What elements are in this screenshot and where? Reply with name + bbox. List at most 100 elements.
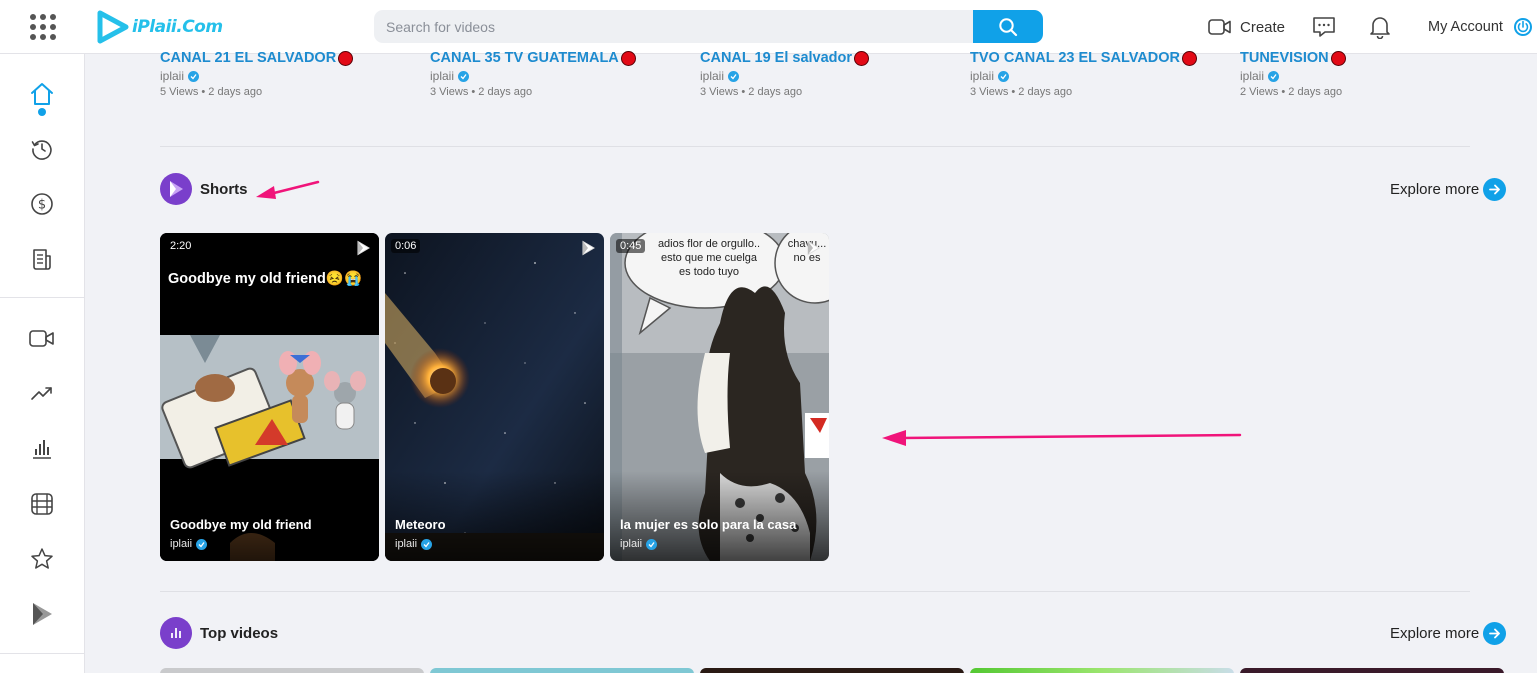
top-videos-section-title: Top videos xyxy=(200,624,279,642)
verified-check-icon xyxy=(196,538,208,550)
sidebar-item-movies[interactable] xyxy=(28,490,56,518)
play-icon xyxy=(582,240,595,256)
dollar-icon: $ xyxy=(31,193,53,215)
live-channel-card[interactable]: CANAL 35 TV GUATEMALA iplaii 3 Views • 2… xyxy=(430,50,636,98)
live-indicator-icon xyxy=(338,50,354,66)
sidebar-divider xyxy=(0,653,85,654)
channel-author[interactable]: iplaii xyxy=(160,69,184,83)
home-icon xyxy=(31,83,53,105)
create-label: Create xyxy=(1240,18,1286,36)
verified-check-icon xyxy=(1268,70,1280,82)
account-label: My Account xyxy=(1428,19,1503,35)
channel-title[interactable]: CANAL 35 TV GUATEMALA xyxy=(430,50,619,66)
channel-author[interactable]: iplaii xyxy=(1240,69,1264,83)
bar-chart-icon xyxy=(33,440,51,459)
svg-text:$: $ xyxy=(38,198,46,213)
verified-check-icon xyxy=(421,538,433,550)
live-indicator-icon xyxy=(620,50,636,66)
sidebar-item-trending[interactable] xyxy=(28,380,56,408)
channel-author[interactable]: iplaii xyxy=(970,69,994,83)
channel-meta: 3 Views • 2 days ago xyxy=(700,86,803,98)
top-video-thumbnail[interactable] xyxy=(430,668,694,673)
live-channel-card[interactable]: TUNEVISION iplaii 2 Views • 2 days ago xyxy=(1240,50,1346,98)
trending-icon xyxy=(31,387,52,400)
arrow-right-icon xyxy=(1483,621,1507,645)
play-icon xyxy=(357,240,370,256)
live-indicator-icon xyxy=(1330,50,1346,66)
short-overlay-caption: Goodbye my old friend😣😭 xyxy=(168,271,363,287)
shorts-explore-more-link[interactable]: Explore more xyxy=(1390,177,1507,201)
sidebar-item-earnings[interactable]: $ xyxy=(28,190,56,218)
play-icon xyxy=(807,240,820,256)
star-icon xyxy=(31,548,53,569)
sidebar-item-shorts[interactable] xyxy=(28,600,56,628)
top-header: iPlaii.Com Create My Account xyxy=(0,0,1537,54)
active-indicator xyxy=(38,108,46,116)
shorts-section-title: Shorts xyxy=(200,180,248,198)
live-indicator-icon xyxy=(1182,50,1198,66)
shorts-section-header: Shorts xyxy=(160,173,248,205)
channel-meta: 3 Views • 2 days ago xyxy=(430,86,533,98)
search-input[interactable] xyxy=(374,10,974,43)
channel-author[interactable]: iplaii xyxy=(700,69,724,83)
live-channel-card[interactable]: CANAL 19 El salvador iplaii 3 Views • 2 … xyxy=(700,50,870,98)
short-title[interactable]: la mujer es solo para la casa xyxy=(620,517,796,532)
arrow-right-icon xyxy=(1483,177,1507,201)
top-video-thumbnail[interactable] xyxy=(160,668,424,673)
short-author[interactable]: iplaii xyxy=(620,538,642,550)
verified-check-icon xyxy=(646,538,658,550)
live-indicator-icon xyxy=(854,50,870,66)
sidebar-item-videos[interactable] xyxy=(28,325,56,353)
channel-title[interactable]: CANAL 21 EL SALVADOR xyxy=(160,50,336,66)
top-videos-explore-more-link[interactable]: Explore more xyxy=(1390,621,1507,645)
apps-grid-icon[interactable] xyxy=(30,14,56,40)
live-channel-card[interactable]: TVO CANAL 23 EL SALVADOR iplaii 3 Views … xyxy=(970,50,1198,98)
search-button[interactable] xyxy=(973,10,1043,43)
channel-title[interactable]: CANAL 19 El salvador xyxy=(700,50,852,66)
verified-check-icon xyxy=(728,70,740,82)
chat-icon xyxy=(1313,17,1335,37)
channel-meta: 5 Views • 2 days ago xyxy=(160,86,263,98)
channel-title[interactable]: TVO CANAL 23 EL SALVADOR xyxy=(970,50,1180,66)
explore-more-label: Explore more xyxy=(1390,624,1480,642)
sidebar-item-favorites[interactable] xyxy=(28,545,56,573)
short-author[interactable]: iplaii xyxy=(170,538,192,550)
history-icon xyxy=(31,140,52,160)
short-overlay-caption-left: adios flor de orgullo.. esto que me cuel… xyxy=(657,238,761,278)
notifications-button[interactable] xyxy=(1367,14,1393,40)
top-video-thumbnail[interactable] xyxy=(700,668,964,673)
create-button[interactable]: Create xyxy=(1208,14,1285,40)
verified-check-icon xyxy=(188,70,200,82)
logo-text: iPlaii.Com xyxy=(132,17,223,37)
messages-button[interactable] xyxy=(1311,14,1337,40)
search-icon xyxy=(999,17,1018,36)
film-icon xyxy=(31,493,53,515)
sidebar-item-history[interactable] xyxy=(28,135,56,163)
short-video-card[interactable]: Goodbye my old friend😣😭 2:20 Goodbye my … xyxy=(160,233,379,561)
short-duration: 0:06 xyxy=(391,239,421,253)
channel-author[interactable]: iplaii xyxy=(430,69,454,83)
sidebar-item-top[interactable] xyxy=(28,435,56,463)
my-account-menu[interactable]: My Account xyxy=(1428,14,1533,40)
video-camera-icon xyxy=(1208,19,1231,35)
channel-meta: 3 Views • 2 days ago xyxy=(970,86,1073,98)
short-author[interactable]: iplaii xyxy=(395,538,417,550)
site-logo[interactable]: iPlaii.Com xyxy=(96,8,223,46)
live-channel-card[interactable]: CANAL 21 EL SALVADOR iplaii 5 Views • 2 … xyxy=(160,50,354,98)
short-title[interactable]: Goodbye my old friend xyxy=(170,517,312,532)
verified-check-icon xyxy=(998,70,1010,82)
channel-meta: 2 Views • 2 days ago xyxy=(1240,86,1343,98)
short-video-card[interactable]: 0:06 Meteoro iplaii xyxy=(385,233,604,561)
sidebar-item-articles[interactable] xyxy=(28,246,56,274)
left-sidebar: $ xyxy=(0,54,85,673)
top-video-thumbnail[interactable] xyxy=(1240,668,1504,673)
sidebar-item-home[interactable] xyxy=(28,80,56,108)
bell-icon xyxy=(1370,17,1390,39)
short-video-card[interactable]: adios flor de orgullo.. esto que me cuel… xyxy=(610,233,829,561)
verified-check-icon xyxy=(458,70,470,82)
channel-title[interactable]: TUNEVISION xyxy=(1240,50,1329,66)
short-title[interactable]: Meteoro xyxy=(395,517,446,532)
logo-play-icon xyxy=(97,10,129,44)
top-video-thumbnail[interactable] xyxy=(970,668,1234,673)
newspaper-icon xyxy=(33,249,51,270)
